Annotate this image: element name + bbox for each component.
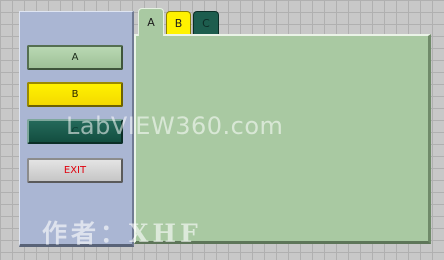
tab-page-content [134,34,431,244]
tab-c[interactable]: C [193,11,219,35]
button-c[interactable]: C [27,119,123,144]
tab-a[interactable]: A [138,8,164,36]
exit-button[interactable]: EXIT [27,158,123,183]
button-b[interactable]: B [27,82,123,107]
button-a[interactable]: A [27,45,123,70]
tab-b[interactable]: B [166,11,191,35]
button-panel: A B C EXIT [19,11,134,247]
